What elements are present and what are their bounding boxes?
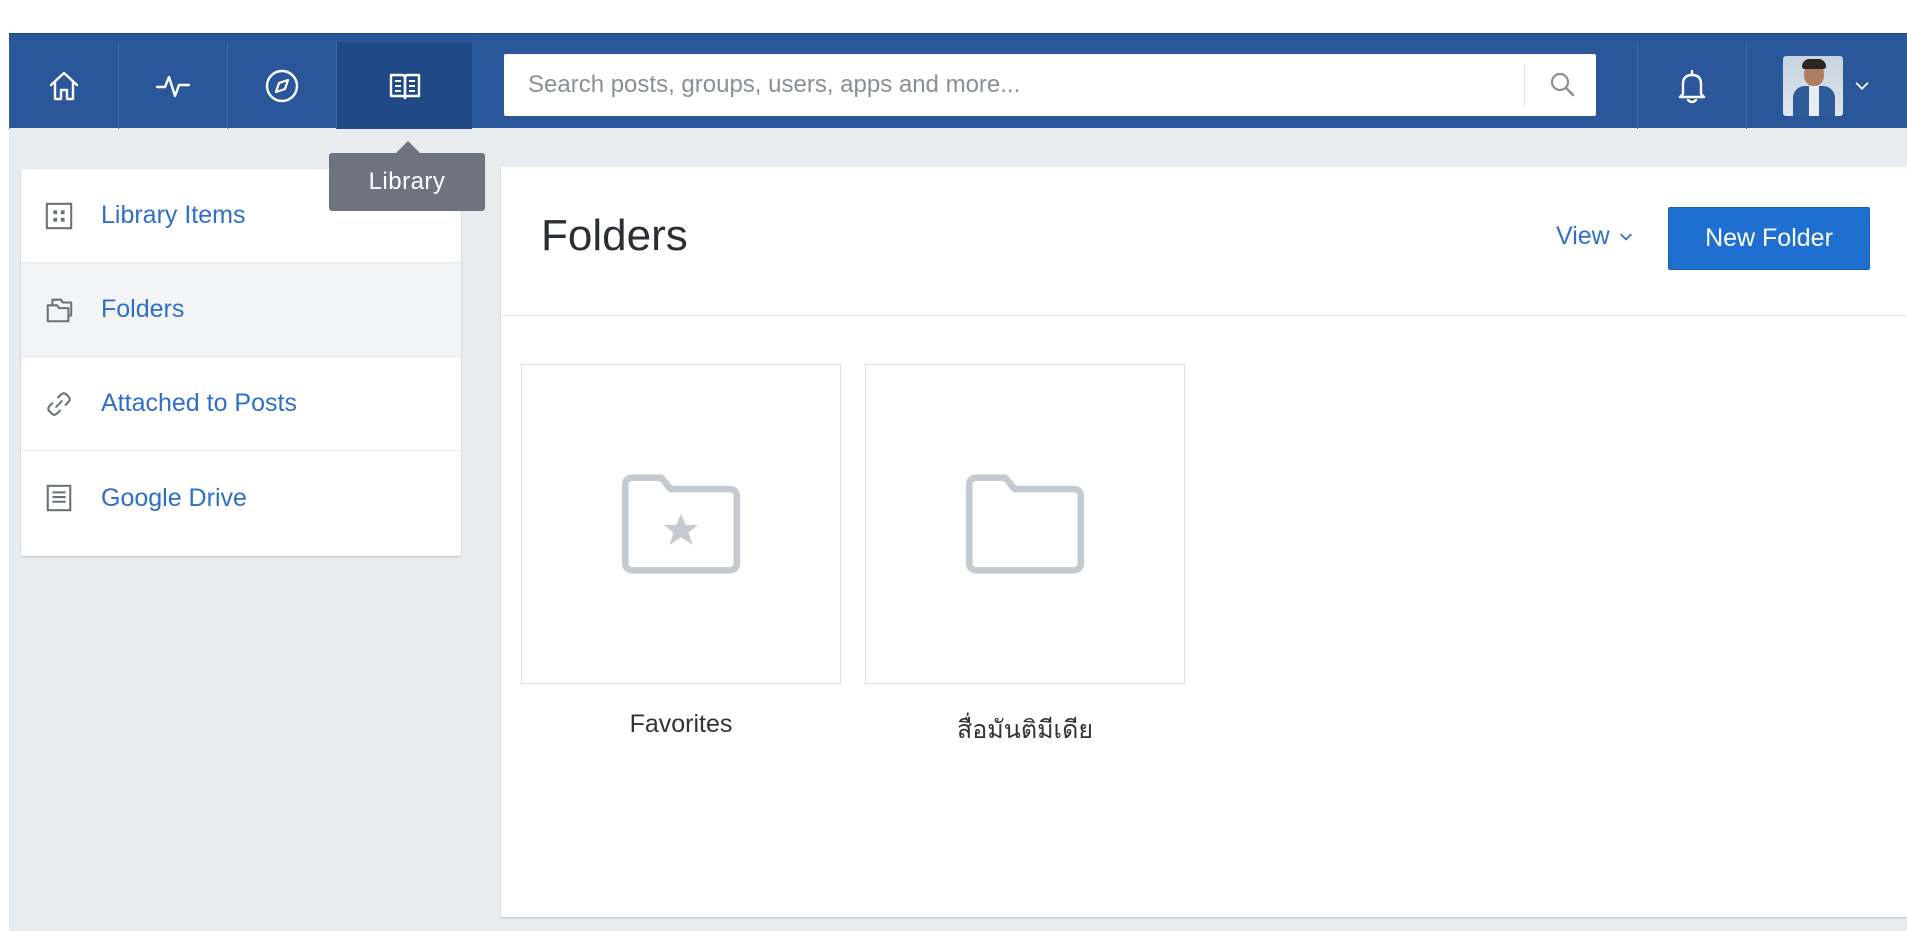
folder-tile[interactable]	[865, 364, 1185, 684]
folders-panel: Folders View New Folder Favorites สื่อมั…	[501, 167, 1907, 917]
nav-activity-button[interactable]	[118, 42, 227, 129]
star-folder-icon	[621, 474, 741, 574]
top-navigation-bar	[9, 33, 1907, 129]
folder-name: Favorites	[629, 710, 733, 738]
link-icon	[43, 388, 75, 420]
library-book-icon	[389, 73, 420, 99]
activity-icon	[155, 75, 191, 97]
sidebar-item-label: Google Drive	[101, 483, 247, 512]
sidebar-item-google-drive[interactable]: Google Drive	[21, 451, 461, 545]
library-sidebar: Library Items Folders Attached to Posts …	[21, 169, 461, 556]
view-dropdown[interactable]: View	[1556, 222, 1634, 251]
document-icon	[43, 482, 75, 514]
page: Library Library Items	[0, 0, 1907, 931]
app-window: Library Library Items	[9, 33, 1907, 931]
view-label: View	[1556, 222, 1610, 250]
sidebar-item-label: Folders	[101, 295, 185, 323]
nav-discover-button[interactable]	[227, 42, 336, 129]
nav-home-button[interactable]	[9, 42, 118, 129]
bell-icon	[1678, 69, 1706, 103]
sidebar-item-folders[interactable]: Folders	[21, 263, 461, 357]
folder-name: สื่อมันติมีเดีย	[957, 715, 1093, 744]
header-divider	[501, 315, 1907, 316]
search-button[interactable]	[1544, 66, 1582, 104]
folder-card-favorites[interactable]: Favorites	[521, 364, 841, 739]
search-icon	[1550, 72, 1575, 97]
page-title: Folders	[541, 211, 688, 260]
notifications-button[interactable]	[1637, 42, 1746, 129]
chevron-down-icon	[1620, 233, 1632, 240]
account-menu-button[interactable]	[1746, 42, 1907, 129]
folder-tile[interactable]	[521, 364, 841, 684]
folder-icon	[965, 474, 1085, 574]
library-tooltip: Library	[329, 141, 485, 211]
chevron-down-icon	[1855, 81, 1869, 90]
nav-library-button[interactable]	[336, 42, 472, 129]
home-icon	[49, 71, 79, 100]
sidebar-item-label: Attached to Posts	[101, 389, 297, 417]
folders-icon	[43, 294, 75, 326]
folder-card-multimedia[interactable]: สื่อมันติมีเดีย	[865, 364, 1185, 750]
search-divider	[1524, 63, 1525, 107]
grid-icon	[43, 200, 75, 232]
search-input[interactable]	[504, 54, 1524, 116]
compass-icon	[265, 69, 299, 102]
search-bar	[504, 54, 1596, 116]
new-folder-button[interactable]: New Folder	[1668, 207, 1870, 270]
avatar	[1783, 55, 1843, 116]
sidebar-item-label: Library Items	[101, 201, 246, 229]
sidebar-item-attached-to-posts[interactable]: Attached to Posts	[21, 357, 461, 451]
